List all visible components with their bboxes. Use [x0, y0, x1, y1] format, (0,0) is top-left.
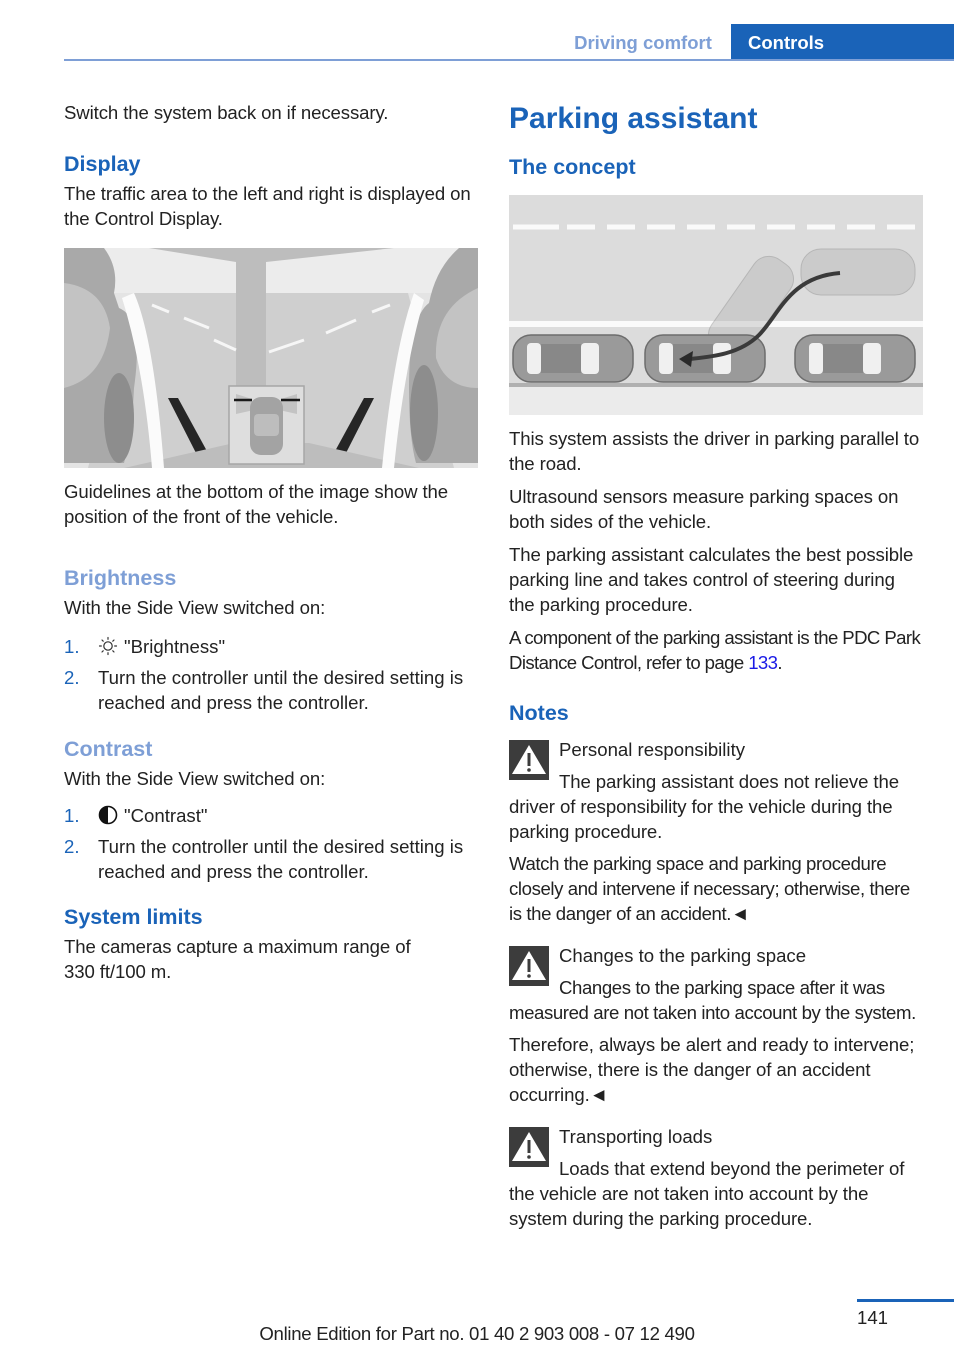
step-text: Turn the controller until the desired se… — [98, 836, 464, 882]
intro-text: Switch the system back on if necessary. — [64, 102, 389, 123]
header-divider — [64, 59, 954, 61]
brightness-steps: 1. "Brightness" 2. Turn the controller u… — [64, 634, 478, 715]
side-view-image — [64, 248, 478, 468]
step-item: 2. Turn the controller until the desired… — [64, 834, 478, 884]
edition-footer: Online Edition for Part no. 01 40 2 903 … — [259, 1323, 695, 1344]
pdc-end: . — [777, 652, 782, 673]
figure-caption: Guidelines at the bottom of the image sh… — [64, 481, 449, 527]
concept-paragraph: This system assists the driver in parkin… — [509, 428, 920, 474]
note-text: Therefore, always be alert and ready to … — [509, 1034, 915, 1105]
contrast-steps: 1. "Contrast" 2. Turn the controller unt… — [64, 803, 478, 884]
note-personal-responsibility: Personal responsibility The parking assi… — [509, 737, 923, 926]
note-changes-parking-space: Changes to the parking space Changes to … — [509, 943, 923, 1107]
step-text: "Contrast" — [124, 805, 208, 826]
parking-diagram-image — [509, 195, 923, 415]
step-text: Turn the controller until the desired se… — [98, 667, 464, 713]
step-item: 1. "Contrast" — [64, 803, 478, 828]
footer-divider — [857, 1299, 954, 1302]
step-item: 1. "Brightness" — [64, 634, 478, 659]
display-text: The traffic area to the left and right i… — [64, 183, 471, 229]
step-item: 2. Turn the controller until the desired… — [64, 665, 478, 715]
system-limits-heading: System limits — [64, 905, 203, 929]
parked-car-left — [512, 334, 634, 383]
step-text: "Brightness" — [124, 636, 226, 657]
pdc-paragraph: A component of the parking assistant is … — [509, 625, 923, 675]
contrast-heading: Contrast — [64, 737, 153, 761]
brightness-intro: With the Side View switched on: — [64, 597, 326, 618]
note-text: The parking assistant does not relieve t… — [509, 771, 899, 842]
warning-triangle-icon — [509, 1127, 549, 1167]
concept-heading: The concept — [509, 155, 636, 179]
note-title: Changes to the parking space — [559, 945, 807, 966]
header-section-title: Driving comfort — [574, 32, 712, 53]
concept-paragraph: The parking assistant calculates the bes… — [509, 544, 914, 615]
left-column: Switch the system back on if necessary. … — [64, 100, 478, 984]
note-transporting-loads: Transporting loads Loads that extend bey… — [509, 1124, 923, 1231]
warning-triangle-icon — [509, 740, 549, 780]
right-column: Parking assistant The concept This syste… — [509, 100, 923, 1231]
parking-illustration — [509, 195, 923, 415]
brightness-sun-icon — [98, 636, 118, 656]
step-number: 1. — [64, 636, 80, 657]
notes-heading: Notes — [509, 701, 569, 725]
warning-triangle-icon — [509, 946, 549, 986]
note-title: Personal responsibility — [559, 739, 746, 760]
system-limits-text: The cameras capture a maximum range of 3… — [64, 936, 411, 982]
step-number: 2. — [64, 836, 80, 857]
note-text: Watch the parking space and parking proc… — [509, 853, 910, 924]
step-number: 2. — [64, 667, 80, 688]
page-title: Parking assistant — [509, 102, 758, 135]
header-chapter-tab: Controls — [731, 24, 954, 61]
side-view-illustration — [64, 248, 478, 468]
concept-paragraph: Ultrasound sensors measure parking space… — [509, 486, 899, 532]
note-title: Transporting loads — [559, 1126, 713, 1147]
parked-car-right — [794, 334, 916, 383]
pdc-text: A component of the parking assistant is … — [509, 627, 921, 673]
note-text: Loads that extend beyond the perimeter o… — [509, 1158, 905, 1229]
display-heading: Display — [64, 152, 141, 176]
page-reference-link[interactable]: 133 — [748, 652, 778, 673]
brightness-heading: Brightness — [64, 566, 177, 590]
contrast-half-circle-icon — [98, 805, 118, 825]
contrast-intro: With the Side View switched on: — [64, 768, 326, 789]
step-number: 1. — [64, 805, 80, 826]
note-text: Changes to the parking space after it wa… — [509, 977, 916, 1023]
